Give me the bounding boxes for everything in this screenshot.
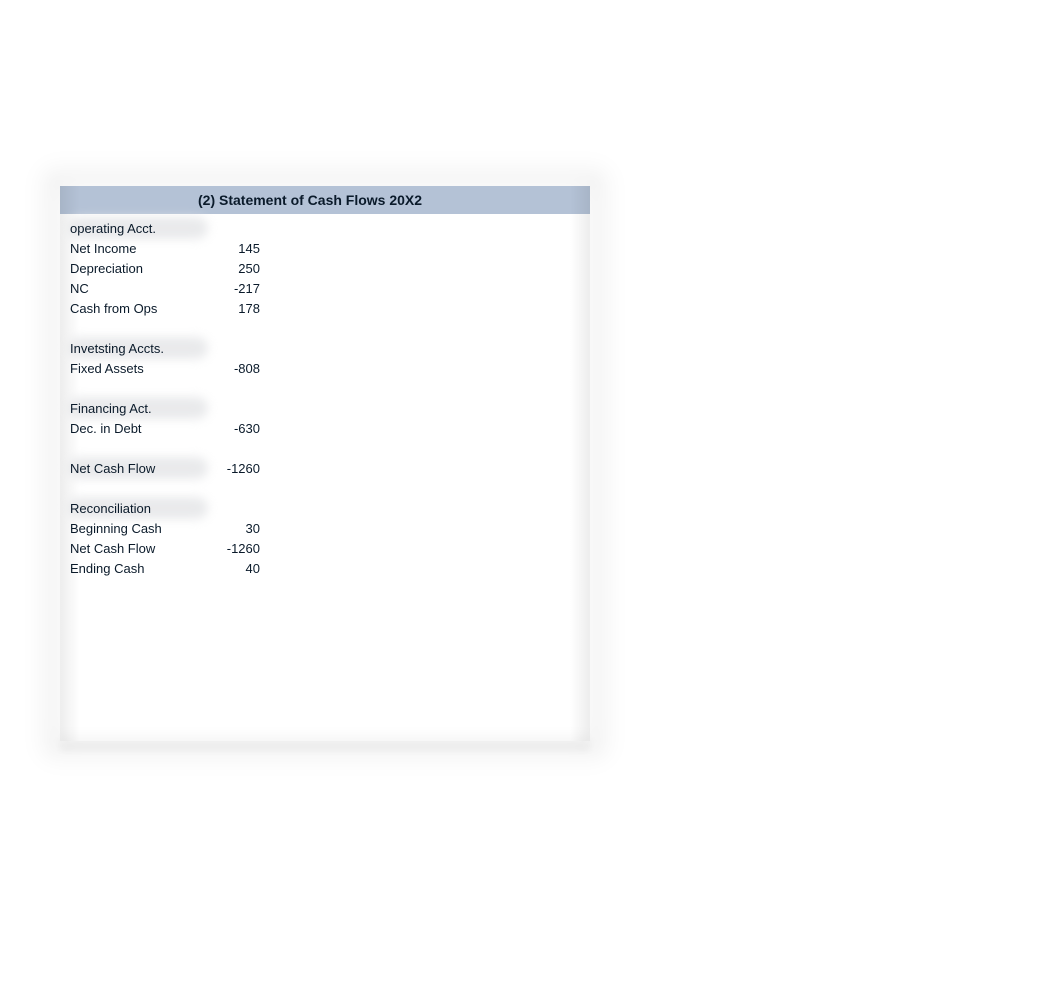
panel-title: (2) Statement of Cash Flows 20X2: [60, 186, 590, 214]
line-item-value: 145: [210, 241, 260, 256]
line-item: Ending Cash 40: [70, 558, 590, 578]
line-item-label: Depreciation: [70, 261, 210, 276]
section-heading-label: Invetsting Accts.: [70, 341, 210, 356]
cash-flow-body: operating Acct. Net Income 145 Depreciat…: [60, 214, 590, 578]
section-heading-reconciliation: Reconciliation: [70, 498, 590, 518]
line-item-value: -1260: [210, 461, 260, 476]
line-item-label: Net Income: [70, 241, 210, 256]
line-item-value: 250: [210, 261, 260, 276]
line-item-value: 30: [210, 521, 260, 536]
line-item-value: -808: [210, 361, 260, 376]
section-heading-operating: operating Acct.: [70, 218, 590, 238]
line-item-label: Net Cash Flow: [70, 461, 210, 476]
section-heading-label: operating Acct.: [70, 221, 210, 236]
line-item: Fixed Assets -808: [70, 358, 590, 378]
line-item: Beginning Cash 30: [70, 518, 590, 538]
line-item: Net Income 145: [70, 238, 590, 258]
line-item-label: Fixed Assets: [70, 361, 210, 376]
section-heading-financing: Financing Act.: [70, 398, 590, 418]
line-item-label: Net Cash Flow: [70, 541, 210, 556]
cash-flow-panel: (2) Statement of Cash Flows 20X2 operati…: [60, 186, 590, 741]
line-item-value: 178: [210, 301, 260, 316]
line-item-net-cash: Net Cash Flow -1260: [70, 458, 590, 478]
line-item: Dec. in Debt -630: [70, 418, 590, 438]
line-item-label: NC: [70, 281, 210, 296]
section-heading-label: Financing Act.: [70, 401, 210, 416]
line-item-label: Beginning Cash: [70, 521, 210, 536]
line-item-label: Dec. in Debt: [70, 421, 210, 436]
line-item: NC -217: [70, 278, 590, 298]
line-item-label: Cash from Ops: [70, 301, 210, 316]
line-item-value: 40: [210, 561, 260, 576]
line-item: Net Cash Flow -1260: [70, 538, 590, 558]
section-heading-investing: Invetsting Accts.: [70, 338, 590, 358]
line-item: Cash from Ops 178: [70, 298, 590, 318]
line-item-value: -630: [210, 421, 260, 436]
section-heading-label: Reconciliation: [70, 501, 210, 516]
line-item: Depreciation 250: [70, 258, 590, 278]
line-item-value: -1260: [210, 541, 260, 556]
line-item-value: -217: [210, 281, 260, 296]
line-item-label: Ending Cash: [70, 561, 210, 576]
